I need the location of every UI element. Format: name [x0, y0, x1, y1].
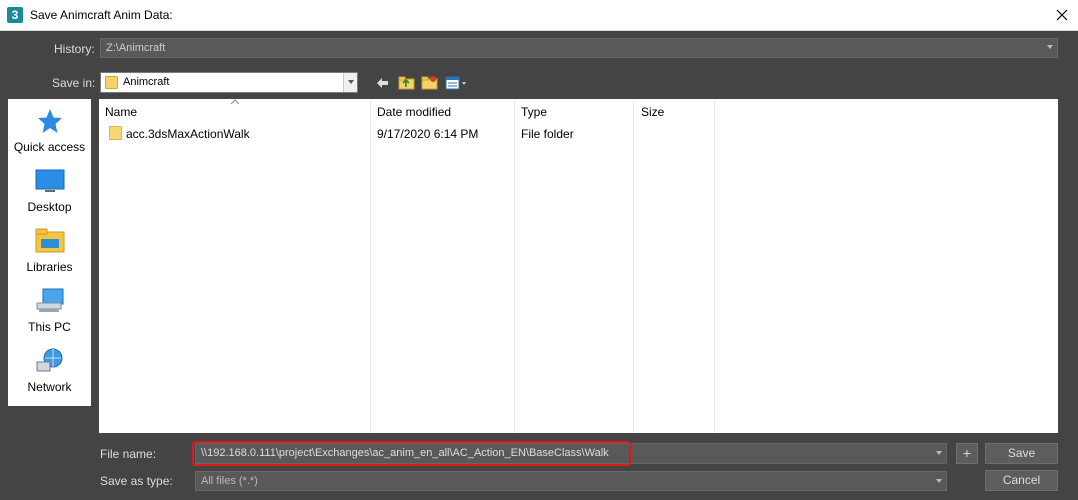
save-as-type-dropdown[interactable]: All files (*.*) — [195, 471, 947, 491]
history-dropdown[interactable]: Z:\Animcraft — [100, 38, 1058, 58]
history-value: Z:\Animcraft — [106, 42, 166, 54]
date-modified-cell: 9/17/2020 6:14 PM — [377, 127, 479, 141]
file-name-highlight — [192, 441, 631, 466]
place-label: Network — [27, 380, 72, 394]
place-this-pc[interactable]: This PC — [8, 279, 91, 339]
column-divider — [633, 99, 634, 433]
desktop-icon — [35, 167, 65, 195]
column-header-type[interactable]: Type — [521, 105, 547, 119]
up-folder-button[interactable] — [397, 74, 415, 91]
file-name-label: File name: — [100, 447, 157, 461]
cancel-button[interactable]: Cancel — [985, 470, 1058, 491]
new-folder-icon — [421, 76, 437, 90]
column-header-date-modified[interactable]: Date modified — [377, 105, 451, 119]
up-folder-icon — [398, 76, 414, 90]
add-button[interactable]: + — [956, 443, 978, 464]
save-button[interactable]: Save — [985, 443, 1058, 464]
back-button[interactable] — [374, 74, 392, 91]
save-as-type-label: Save as type: — [100, 474, 173, 488]
window-title: Save Animcraft Anim Data: — [30, 8, 173, 22]
save-in-dropdown-button[interactable] — [343, 73, 357, 92]
save-as-type-value: All files (*.*) — [201, 475, 258, 487]
place-desktop[interactable]: Desktop — [8, 159, 91, 219]
places-bar: Quick access Desktop Libraries This PC N… — [8, 99, 91, 406]
view-menu-button[interactable] — [444, 74, 468, 91]
close-button[interactable] — [1046, 0, 1078, 30]
network-icon — [35, 347, 65, 375]
place-label: Quick access — [13, 140, 86, 154]
star-icon — [35, 107, 65, 135]
folder-icon — [105, 76, 118, 89]
save-in-label: Save in: — [52, 76, 96, 90]
place-quick-access[interactable]: Quick access — [8, 99, 91, 159]
back-arrow-icon — [377, 77, 388, 88]
sort-ascending-icon — [231, 99, 239, 104]
chevron-down-icon — [1047, 45, 1053, 49]
save-in-value: Animcraft — [123, 76, 170, 88]
column-divider — [514, 99, 515, 433]
history-label: History: — [54, 42, 95, 56]
column-header-size[interactable]: Size — [641, 105, 664, 119]
column-divider — [714, 99, 715, 433]
folder-icon — [109, 126, 122, 140]
new-folder-button[interactable] — [420, 74, 438, 91]
place-label: Desktop — [27, 200, 72, 214]
type-cell: File folder — [521, 127, 574, 141]
file-name-cell: acc.3dsMaxActionWalk — [126, 127, 250, 141]
column-header-name[interactable]: Name — [105, 105, 137, 119]
chevron-down-icon — [936, 479, 942, 483]
file-list[interactable]: Name Date modified Type Size acc.3dsMaxA… — [99, 99, 1058, 433]
view-list-icon — [445, 76, 466, 89]
chevron-down-icon — [936, 451, 942, 455]
computer-icon — [35, 287, 65, 315]
title-bar: 3 Save Animcraft Anim Data: — [0, 0, 1078, 31]
column-divider — [370, 99, 371, 433]
place-label: Libraries — [26, 260, 73, 274]
libraries-icon — [35, 227, 65, 255]
place-network[interactable]: Network — [8, 339, 91, 399]
save-in-dropdown[interactable]: Animcraft — [100, 72, 358, 93]
place-libraries[interactable]: Libraries — [8, 219, 91, 279]
place-label: This PC — [28, 320, 71, 334]
table-row[interactable]: acc.3dsMaxActionWalk 9/17/2020 6:14 PM F… — [99, 123, 1058, 143]
close-icon — [1056, 9, 1068, 21]
chevron-down-icon — [348, 80, 354, 84]
app-icon: 3 — [7, 7, 23, 23]
